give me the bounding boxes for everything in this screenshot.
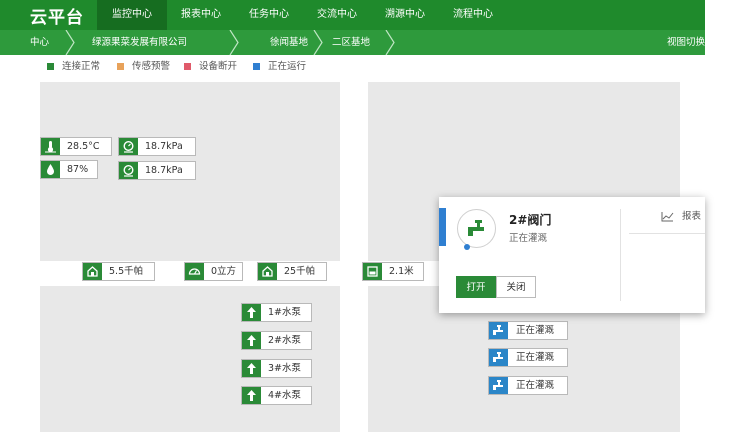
faucet-icon bbox=[489, 349, 508, 366]
view-switch-button[interactable]: 视图切换 bbox=[667, 30, 705, 55]
valve-1[interactable]: 正在灌溉 bbox=[488, 321, 568, 340]
faucet-icon bbox=[468, 220, 484, 236]
popup-accent-bar bbox=[439, 208, 446, 246]
legend-label: 传感预警 bbox=[132, 61, 171, 72]
nav-report-center[interactable]: 报表中心 bbox=[167, 0, 235, 30]
valve-popup: 2#阀门 正在灌溉 报表 打开 关闭 bbox=[439, 197, 705, 313]
breadcrumb: 中心 绿源果菜发展有限公司 徐闻基地 二区基地 视图切换 bbox=[0, 30, 705, 55]
legend-swatch bbox=[184, 63, 191, 70]
sensor-value: 0立方 bbox=[211, 266, 237, 277]
zone-panel-left bbox=[40, 82, 340, 432]
sensor-soil-pressure-1[interactable]: 5.5千帕 bbox=[82, 262, 155, 281]
sensor-volume[interactable]: 0立方 bbox=[184, 262, 243, 281]
legend-label: 连接正常 bbox=[62, 61, 101, 72]
breadcrumb-item-zone[interactable]: 二区基地 bbox=[332, 30, 370, 55]
pump-icon bbox=[242, 360, 261, 377]
breadcrumb-chevron-icon bbox=[385, 30, 395, 55]
sensor-value: 18.7kPa bbox=[145, 165, 183, 176]
breadcrumb-item-company[interactable]: 绿源果菜发展有限公司 bbox=[92, 30, 187, 55]
valve-status: 正在灌溉 bbox=[516, 352, 555, 363]
sensor-value: 87% bbox=[67, 164, 89, 175]
nav-monitor-center[interactable]: 监控中心 bbox=[97, 0, 167, 30]
water-level-icon bbox=[363, 263, 382, 280]
legend-swatch bbox=[253, 63, 260, 70]
valve-3[interactable]: 正在灌溉 bbox=[488, 376, 568, 395]
top-nav: 云平台 监控中心 报表中心 任务中心 交流中心 溯源中心 流程中心 bbox=[0, 0, 705, 30]
gauge-icon bbox=[119, 138, 138, 155]
faucet-icon bbox=[489, 377, 508, 394]
valve-status: 正在灌溉 bbox=[516, 380, 555, 391]
sensor-humidity[interactable]: 87% bbox=[40, 160, 98, 179]
humidity-icon bbox=[41, 161, 60, 178]
sensor-value: 25千帕 bbox=[284, 266, 316, 277]
thermometer-icon bbox=[41, 138, 60, 155]
valve-status: 正在灌溉 bbox=[516, 325, 555, 336]
nav-task-center[interactable]: 任务中心 bbox=[235, 0, 303, 30]
pump-label: 3#水泵 bbox=[268, 363, 302, 374]
pump-3[interactable]: 3#水泵 bbox=[241, 359, 312, 378]
sensor-water-level[interactable]: 2.1米 bbox=[362, 262, 424, 281]
pump-icon bbox=[242, 304, 261, 321]
legend-swatch bbox=[47, 63, 54, 70]
legend-label: 设备断开 bbox=[199, 61, 238, 72]
sensor-value: 5.5千帕 bbox=[109, 266, 144, 277]
breadcrumb-chevron-icon bbox=[65, 30, 75, 55]
pump-1[interactable]: 1#水泵 bbox=[241, 303, 312, 322]
faucet-icon bbox=[489, 322, 508, 339]
popup-divider bbox=[629, 233, 705, 234]
legend-swatch bbox=[117, 63, 124, 70]
sensor-value: 28.5°C bbox=[67, 141, 100, 152]
sensor-value: 18.7kPa bbox=[145, 141, 183, 152]
running-status-dot bbox=[464, 244, 470, 250]
legend-label: 正在运行 bbox=[268, 61, 307, 72]
sensor-soil-pressure-2[interactable]: 25千帕 bbox=[257, 262, 327, 281]
popup-status: 正在灌溉 bbox=[509, 233, 548, 244]
sensor-pressure-1[interactable]: 18.7kPa bbox=[118, 137, 196, 156]
breadcrumb-chevron-icon bbox=[313, 30, 323, 55]
nav-trace-center[interactable]: 溯源中心 bbox=[371, 0, 439, 30]
line-chart-icon[interactable] bbox=[661, 211, 674, 222]
pump-label: 1#水泵 bbox=[268, 307, 302, 318]
sensor-temperature[interactable]: 28.5°C bbox=[40, 137, 112, 156]
popup-divider bbox=[620, 209, 621, 301]
valve-avatar bbox=[457, 209, 496, 248]
sensor-value: 2.1米 bbox=[389, 266, 414, 277]
pump-icon bbox=[242, 332, 261, 349]
open-valve-button[interactable]: 打开 bbox=[456, 276, 496, 298]
brand-title: 云平台 bbox=[30, 8, 84, 28]
close-valve-button[interactable]: 关闭 bbox=[496, 276, 536, 298]
report-link[interactable]: 报表 bbox=[682, 210, 701, 224]
pump-4[interactable]: 4#水泵 bbox=[241, 386, 312, 405]
breadcrumb-item-center[interactable]: 中心 bbox=[30, 30, 49, 55]
pump-label: 4#水泵 bbox=[268, 390, 302, 401]
popup-title: 2#阀门 bbox=[509, 213, 552, 227]
soil-sensor-icon bbox=[83, 263, 102, 280]
sensor-pressure-2[interactable]: 18.7kPa bbox=[118, 161, 196, 180]
soil-sensor-icon bbox=[258, 263, 277, 280]
breadcrumb-chevron-icon bbox=[229, 30, 239, 55]
flow-meter-icon bbox=[185, 263, 204, 280]
valve-2[interactable]: 正在灌溉 bbox=[488, 348, 568, 367]
page: 云平台 监控中心 报表中心 任务中心 交流中心 溯源中心 流程中心 中心 绿源果… bbox=[0, 0, 750, 433]
pump-label: 2#水泵 bbox=[268, 335, 302, 346]
pump-icon bbox=[242, 387, 261, 404]
gauge-icon bbox=[119, 162, 138, 179]
pump-2[interactable]: 2#水泵 bbox=[241, 331, 312, 350]
nav-exchange-center[interactable]: 交流中心 bbox=[303, 0, 371, 30]
nav-process-center[interactable]: 流程中心 bbox=[439, 0, 507, 30]
breadcrumb-item-base[interactable]: 徐闻基地 bbox=[270, 30, 308, 55]
